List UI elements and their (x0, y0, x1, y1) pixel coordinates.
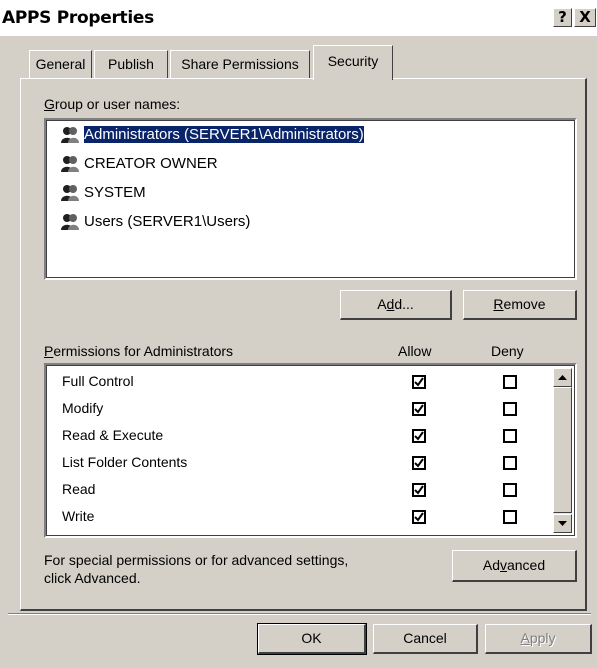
deny-checkbox[interactable] (503, 402, 517, 416)
deny-checkbox[interactable] (503, 375, 517, 389)
scroll-up-button[interactable] (553, 368, 572, 387)
tab-security-label: Security (327, 53, 379, 69)
list-item-creator-owner[interactable]: CREATOR OWNER (54, 153, 224, 175)
apply-button[interactable]: Apply (485, 624, 592, 654)
checkmark-icon (414, 404, 424, 414)
user-group-icon (61, 185, 79, 201)
permission-row: List Folder Contents (62, 449, 562, 476)
checkmark-icon (414, 458, 424, 468)
advanced-hint-line2: click Advanced. (44, 570, 141, 586)
permission-name: Modify (62, 400, 104, 416)
properties-dialog: APPS Properties ? X General Publish Shar… (0, 0, 597, 668)
permission-row: Read & Execute (62, 422, 562, 449)
scroll-up-arrow-icon (558, 375, 567, 380)
group-user-names-label: Group or user names: (44, 96, 181, 112)
list-item-system[interactable]: SYSTEM (54, 182, 152, 204)
close-icon: X (579, 8, 591, 26)
user-label: Administrators (SERVER1\Administrators) (84, 126, 364, 143)
list-item-administrators[interactable]: Administrators (SERVER1\Administrators) (54, 124, 370, 146)
tab-share-permissions[interactable]: Share Permissions (170, 50, 310, 78)
help-icon: ? (558, 8, 567, 26)
user-label: SYSTEM (84, 184, 146, 201)
allow-checkbox[interactable] (412, 483, 426, 497)
permission-row: Modify (62, 395, 562, 422)
user-list[interactable]: Administrators (SERVER1\Administrators) … (44, 118, 577, 280)
permissions-label: Permissions for Administrators (44, 343, 234, 359)
allow-checkbox[interactable] (412, 510, 426, 524)
scroll-down-button[interactable] (553, 514, 572, 533)
list-item-users[interactable]: Users (SERVER1\Users) (54, 211, 256, 233)
checkmark-icon (414, 485, 424, 495)
help-button[interactable]: ? (553, 8, 572, 27)
close-button[interactable]: X (574, 8, 596, 27)
tab-share-permissions-label: Share Permissions (181, 56, 299, 72)
title-bar[interactable]: APPS Properties ? X (0, 0, 597, 36)
checkmark-icon (414, 377, 424, 387)
allow-checkbox[interactable] (412, 429, 426, 443)
permission-row: Full Control (62, 368, 562, 395)
checkmark-icon (414, 431, 424, 441)
deny-checkbox[interactable] (503, 483, 517, 497)
footer-separator (8, 613, 591, 615)
allow-checkbox[interactable] (412, 375, 426, 389)
tab-publish-label: Publish (108, 56, 154, 72)
add-button[interactable]: Add... (340, 290, 452, 320)
checkmark-icon (414, 512, 424, 522)
permissions-list[interactable]: Full Control Modify Read & Execute List Fol… (44, 363, 577, 538)
permission-name: Read & Execute (62, 427, 164, 443)
advanced-hint-line1: For special permissions or for advanced … (44, 552, 349, 568)
user-group-icon (61, 127, 79, 143)
allow-checkbox[interactable] (412, 456, 426, 470)
deny-checkbox[interactable] (503, 429, 517, 443)
cancel-button[interactable]: Cancel (373, 624, 478, 654)
tab-publish[interactable]: Publish (94, 50, 168, 78)
permission-row: Write (62, 503, 562, 530)
permission-name: List Folder Contents (62, 454, 188, 470)
scroll-thumb[interactable] (553, 387, 572, 513)
tab-security[interactable]: Security (313, 45, 393, 80)
user-label: Users (SERVER1\Users) (84, 213, 251, 230)
tab-general-label: General (35, 56, 86, 72)
advanced-button[interactable]: Advanced (452, 550, 577, 582)
remove-button[interactable]: Remove (463, 290, 577, 320)
user-label: CREATOR OWNER (84, 155, 218, 172)
permission-row: Read (62, 476, 562, 503)
scroll-down-arrow-icon (558, 521, 567, 526)
allow-checkbox[interactable] (412, 402, 426, 416)
deny-checkbox[interactable] (503, 510, 517, 524)
permission-name: Write (62, 508, 95, 524)
window-title: APPS Properties (2, 8, 154, 28)
user-group-icon (61, 156, 79, 172)
allow-header: Allow (398, 343, 432, 359)
deny-checkbox[interactable] (503, 456, 517, 470)
user-group-icon (61, 214, 79, 230)
permission-name: Full Control (62, 373, 134, 389)
permission-name: Read (62, 481, 96, 497)
deny-header: Deny (491, 343, 524, 359)
ok-button[interactable]: OK (257, 623, 367, 655)
tab-general[interactable]: General (29, 50, 92, 78)
permissions-scrollbar[interactable] (553, 368, 572, 533)
